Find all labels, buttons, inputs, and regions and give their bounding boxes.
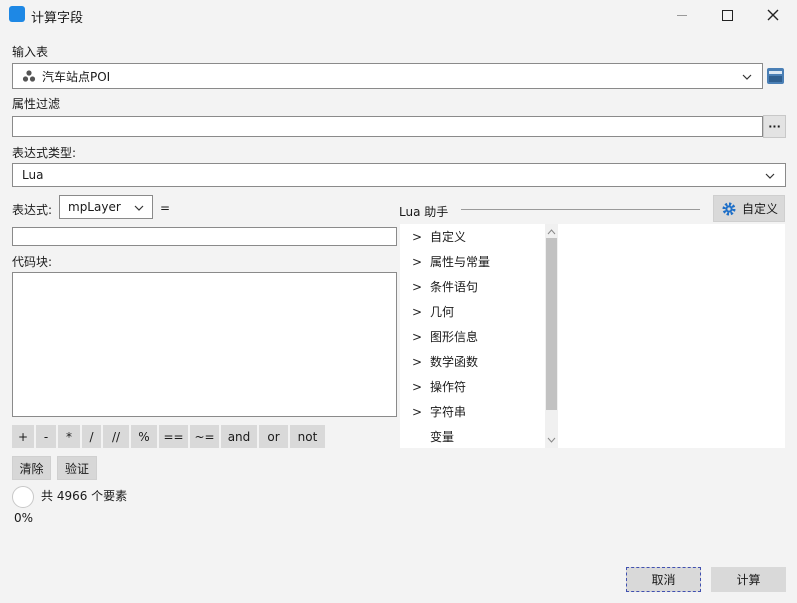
expression-input[interactable] (12, 227, 397, 246)
attr-filter-label: 属性过滤 (12, 97, 61, 111)
progress-percent: 0% (14, 511, 34, 525)
op-and-button[interactable]: and (221, 425, 257, 448)
tree-item-label: 自定义 (430, 230, 467, 244)
tree-item-label: 属性与常量 (430, 255, 491, 269)
tree-item-label: 操作符 (430, 380, 467, 394)
helper-custom-label: 自定义 (742, 202, 779, 216)
tree-item-strings[interactable]: > 字符串 (412, 399, 466, 424)
tree-item-geometry[interactable]: > 几何 (412, 299, 454, 324)
equals-sign: = (160, 201, 171, 215)
op-modulo-button[interactable]: % (131, 425, 157, 448)
input-table-select[interactable]: 汽车站点POI (12, 63, 763, 89)
tree-item-label: 几何 (430, 305, 455, 319)
window-title: 计算字段 (31, 11, 84, 26)
chevron-right-icon: > (412, 304, 423, 319)
code-block-label: 代码块: (12, 255, 53, 269)
attr-filter-input[interactable] (12, 116, 763, 137)
op-not-button[interactable]: not (290, 425, 325, 448)
chevron-right-icon: > (412, 254, 423, 269)
gear-icon (722, 202, 736, 215)
helper-divider (461, 209, 700, 210)
op-divide-button[interactable]: / (82, 425, 101, 448)
input-table-value: 汽车站点POI (42, 69, 111, 84)
tree-item-label: 数学函数 (430, 355, 479, 369)
expr-type-label: 表达式类型: (12, 146, 77, 160)
chevron-down-icon (134, 205, 144, 211)
chevron-right-icon: > (412, 329, 423, 344)
op-multiply-button[interactable]: * (58, 425, 80, 448)
maximize-button[interactable] (704, 0, 750, 30)
tree-item-label: 图形信息 (430, 330, 479, 344)
database-icon (767, 68, 784, 84)
compute-button[interactable]: 计算 (711, 567, 786, 592)
cancel-button[interactable]: 取消 (626, 567, 701, 592)
table-browse-button[interactable] (766, 66, 785, 86)
tree-item-math[interactable]: > 数学函数 (412, 349, 478, 374)
tree-item-graphic-info[interactable]: > 图形信息 (412, 324, 478, 349)
scrollbar-thumb[interactable] (546, 238, 557, 410)
op-equal-button[interactable]: == (159, 425, 188, 448)
point-layer-icon (22, 70, 36, 82)
scroll-up-icon (547, 229, 556, 235)
maximize-icon (721, 9, 733, 21)
chevron-right-icon: > (412, 229, 423, 244)
feature-count-text: 共 4966 个要素 (41, 489, 128, 503)
progress-ring (12, 486, 34, 508)
minimize-icon (677, 14, 687, 16)
input-table-label: 输入表 (12, 45, 49, 59)
expr-type-select[interactable]: Lua (12, 163, 786, 187)
chevron-right-icon: > (412, 404, 423, 419)
chevron-right-icon: > (412, 379, 423, 394)
op-plus-button[interactable]: + (12, 425, 34, 448)
tree-item-operators[interactable]: > 操作符 (412, 374, 466, 399)
expression-label: 表达式: (12, 203, 53, 217)
close-button[interactable] (750, 0, 796, 30)
tree-item-label: 条件语句 (430, 280, 479, 294)
expression-field-select[interactable]: mpLayer (59, 195, 153, 219)
attr-filter-button[interactable]: ··· (763, 115, 786, 138)
close-icon (767, 9, 779, 21)
tree-item-label: 变量 (430, 430, 455, 444)
tree-item-custom[interactable]: > 自定义 (412, 224, 466, 249)
tree-item-conditions[interactable]: > 条件语句 (412, 274, 478, 299)
verify-button[interactable]: 验证 (57, 456, 97, 480)
chevron-down-icon (742, 74, 752, 80)
tree-item-label: 字符串 (430, 405, 467, 419)
tree-item-attributes[interactable]: > 属性与常量 (412, 249, 490, 274)
chevron-down-icon (765, 173, 775, 179)
lua-helper-title: Lua 助手 (399, 205, 449, 219)
scroll-down-icon (547, 437, 556, 443)
tree-item-variables[interactable]: 变量 (412, 424, 454, 449)
minimize-button[interactable] (659, 0, 705, 30)
chevron-right-icon: > (412, 279, 423, 294)
code-block-textarea[interactable] (12, 272, 397, 417)
expression-field-value: mpLayer (68, 200, 121, 214)
app-icon (9, 6, 25, 22)
op-not-equal-button[interactable]: ~= (190, 425, 219, 448)
op-or-button[interactable]: or (259, 425, 288, 448)
helper-custom-button[interactable]: 自定义 (713, 195, 785, 222)
helper-scrollbar[interactable] (545, 224, 558, 448)
op-minus-button[interactable]: - (36, 425, 56, 448)
clear-button[interactable]: 清除 (12, 456, 51, 480)
expr-type-value: Lua (22, 168, 44, 182)
op-floor-divide-button[interactable]: // (103, 425, 129, 448)
chevron-right-icon: > (412, 354, 423, 369)
